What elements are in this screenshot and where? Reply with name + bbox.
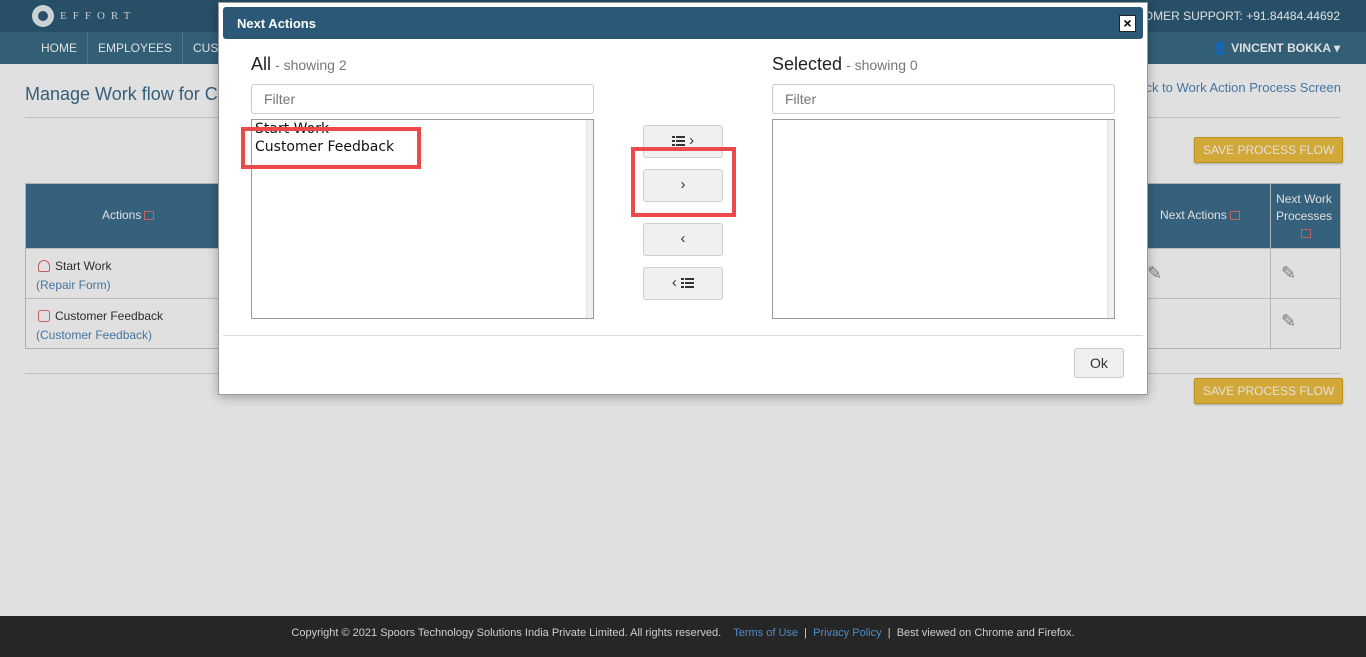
list-item[interactable]: Customer Feedback [255,139,394,155]
remove-selected-button[interactable]: ‹ [643,223,723,256]
modal-header: Next Actions × [223,7,1143,39]
list-icon [681,278,695,288]
all-listbox[interactable]: Start Work Customer Feedback [251,119,594,319]
all-heading: All - showing 2 [251,54,347,74]
all-count: - showing 2 [275,57,347,73]
chevron-right-icon: › [680,176,686,193]
scrollbar[interactable] [586,120,593,318]
all-filter-input[interactable] [251,84,594,114]
chevron-left-icon: ‹ [671,274,677,291]
list-icon [671,136,685,146]
ok-button[interactable]: Ok [1074,348,1124,378]
move-all-button[interactable]: › [643,125,723,158]
selected-heading: Selected - showing 0 [772,54,918,74]
modal-title: Next Actions [237,16,316,31]
selected-filter-input[interactable] [772,84,1115,114]
selected-listbox[interactable] [772,119,1115,319]
next-actions-modal: Next Actions × All- showing 2 Start Work… [218,2,1148,395]
close-icon[interactable]: × [1119,15,1136,32]
chevron-right-icon: › [689,132,695,149]
scrollbar[interactable] [1107,120,1114,318]
remove-all-button[interactable]: ‹ [643,267,723,300]
move-selected-button[interactable]: › [643,169,723,202]
chevron-left-icon: ‹ [680,230,686,247]
modal-footer-divider [223,335,1143,336]
selected-count: - showing 0 [846,57,918,73]
list-item[interactable]: Start Work [255,121,329,137]
